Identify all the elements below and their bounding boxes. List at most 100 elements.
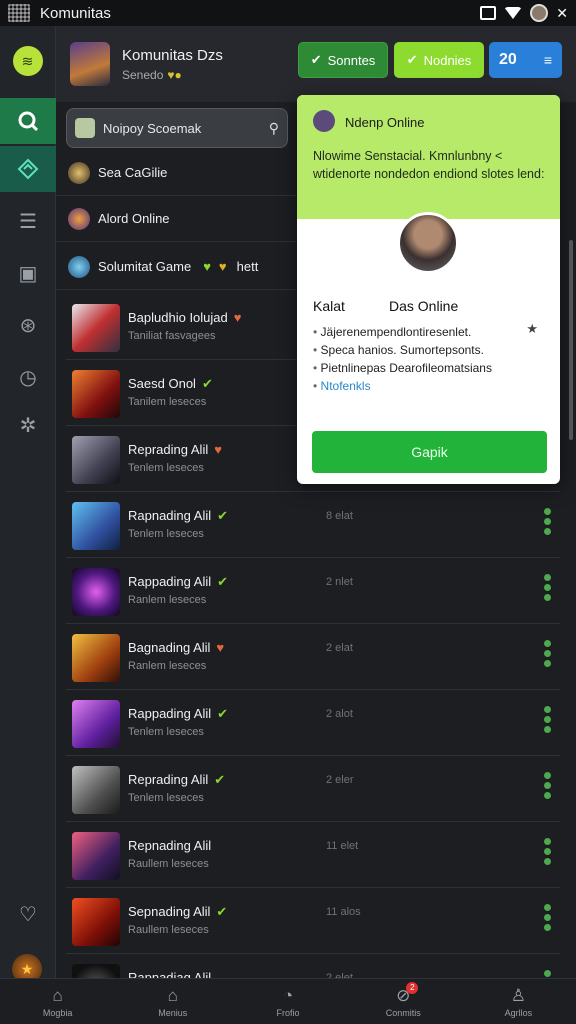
game-subtitle: Raullem leseces [128,924,209,936]
sonntes-button[interactable]: ✔ Sonntes [298,42,388,78]
dot [544,528,551,535]
game-thumbnail [72,568,120,616]
game-name-text: Repnading Alil [128,838,212,853]
menu-icon: ≡ [543,52,552,68]
document-icon[interactable]: ▣ [0,250,56,296]
dot [544,650,551,657]
page-title: Komunitas Dzs [122,47,223,64]
dot [544,574,551,581]
more-options-icon[interactable] [544,838,552,865]
game-thumbnail [72,766,120,814]
verified-icon: ✔ [201,376,213,391]
header: Komunitas Dzs Senedo ♥● ✔ Sonntes ✔ Nodnies… [56,26,576,102]
dot [544,508,551,515]
check-icon: ✔ [310,52,322,67]
dot [544,924,551,931]
detail-item: Jäjerenempendlontiresenlet. [313,323,549,341]
game-count: 2 eler [326,774,354,786]
house-icon: ⌂ [167,985,178,1005]
game-row[interactable]: Bagnading Alil ♥ Ranlem leseces 2 elat [66,626,560,690]
heart-icon: ♥ [203,259,211,274]
profile-icon: ◔ [282,985,294,1005]
status-bar: Komunitas ✕ [0,0,576,26]
status-icons: ♥● [167,68,182,82]
nav-agrllos[interactable]: ♙ Agrllos [461,979,576,1024]
verified-icon: ✔ [217,574,229,589]
list-item[interactable]: Alord Online [56,196,296,242]
dot [544,858,551,865]
game-count: 11 elet [326,840,359,852]
close-icon[interactable]: ✕ [556,5,568,22]
game-row[interactable]: Repnading Alil Raullem leseces 11 elet [66,824,560,888]
game-name: Bapludhio Iolujad ♥ [128,310,241,325]
community-icon: ⊘ 2 [396,981,419,1006]
detail-link[interactable]: Ntofenkls [313,377,549,395]
dot [544,726,551,733]
popup-avatar [313,110,335,132]
game-name: Rapnading Alil ✔ [128,508,228,524]
more-options-icon[interactable] [544,772,552,799]
game-row[interactable]: Rappading Alil ✔ Tenlem leseces 2 alot [66,692,560,756]
clock-icon[interactable]: ◷ [0,354,56,400]
verified-icon: ✔ [217,706,229,721]
item-avatar [68,207,90,230]
notification-badge: 2 [406,981,419,994]
dot [544,914,551,921]
profile-photo [397,212,459,274]
game-subtitle: Tenlem leseces [128,726,204,738]
dot [544,970,551,977]
search-nav-icon[interactable] [0,98,56,144]
game-count: 2 nlet [326,576,353,588]
scrollbar[interactable] [569,240,573,440]
community-avatar [70,42,110,86]
more-options-icon[interactable] [544,508,552,535]
game-row[interactable]: Rappading Alil ✔ Ranlem leseces 2 nlet [66,560,560,624]
more-options-icon[interactable] [544,706,552,733]
nav-frofio[interactable]: ◔ Frofio [230,979,345,1024]
profile-popup: Ndenp Online Nlowime Senstacial. Kmnlunb… [297,95,560,484]
nav-menius[interactable]: ⌂ Menius [115,979,230,1024]
list-item[interactable]: Sea CaGilie [56,150,296,196]
game-thumbnail [72,502,120,550]
diamond-nav-icon[interactable] [0,146,56,192]
list-item[interactable]: Solumitat Game ♥ ♥ hett [56,244,296,290]
search-input[interactable]: Noipoy Scoemak ⚲ [66,108,288,148]
favorites-icon[interactable]: ♡ [0,902,56,927]
profile-details: Jäjerenempendlontiresenlet. Speca hanios… [313,323,549,395]
game-subtitle: Tanilem leseces [128,396,207,408]
dot [544,660,551,667]
nodnies-button[interactable]: ✔ Nodnies [394,42,484,78]
more-options-icon[interactable] [544,574,552,601]
count-button[interactable]: 20 ≡ [489,42,562,78]
more-options-icon[interactable] [544,640,552,667]
list-icon[interactable]: ☰ [0,198,56,244]
nav-conmitis[interactable]: ⊘ 2 Conmitis [346,979,461,1024]
game-row[interactable]: Sepnading Alil ✔ Raullem leseces 11 alos [66,890,560,954]
logo-icon[interactable]: ≋ [12,46,43,76]
globe-icon[interactable]: ⊛ [0,302,56,348]
game-thumbnail [72,700,120,748]
game-row[interactable]: Reprading Alil ✔ Tenlem leseces 2 eler [66,758,560,822]
popup-title: Ndenp Online [345,115,425,130]
game-count: 8 elat [326,510,353,522]
game-name: Reprading Alil ✔ [128,772,225,788]
verified-icon: ✔ [216,904,228,919]
dot [544,904,551,911]
item-avatar [68,255,90,278]
game-subtitle: Ranlem leseces [128,660,207,672]
search-icon[interactable]: ⚲ [269,120,279,137]
game-thumbnail [72,304,120,352]
more-options-icon[interactable] [544,904,552,931]
settings-icon[interactable]: ✲ [0,402,56,448]
game-row[interactable]: Rapnading Alil ✔ Tenlem leseces 8 elat [66,494,560,558]
popup-message: Nlowime Senstacial. Kmnlunbny < wtidenor… [313,149,545,181]
game-name-text: Reprading Alil [128,772,209,787]
profile-avatar-icon[interactable] [530,4,549,22]
gapik-button[interactable]: Gapik [312,431,547,473]
item-avatar [68,161,90,184]
sidebar: ≋ ☰ ▣ ⊛ ◷ ✲ ♡ ★ [0,26,56,984]
dot [544,518,551,525]
nav-mogbia[interactable]: ⌂ Mogbia [0,979,115,1024]
game-thumbnail [72,436,120,484]
dot [544,848,551,855]
